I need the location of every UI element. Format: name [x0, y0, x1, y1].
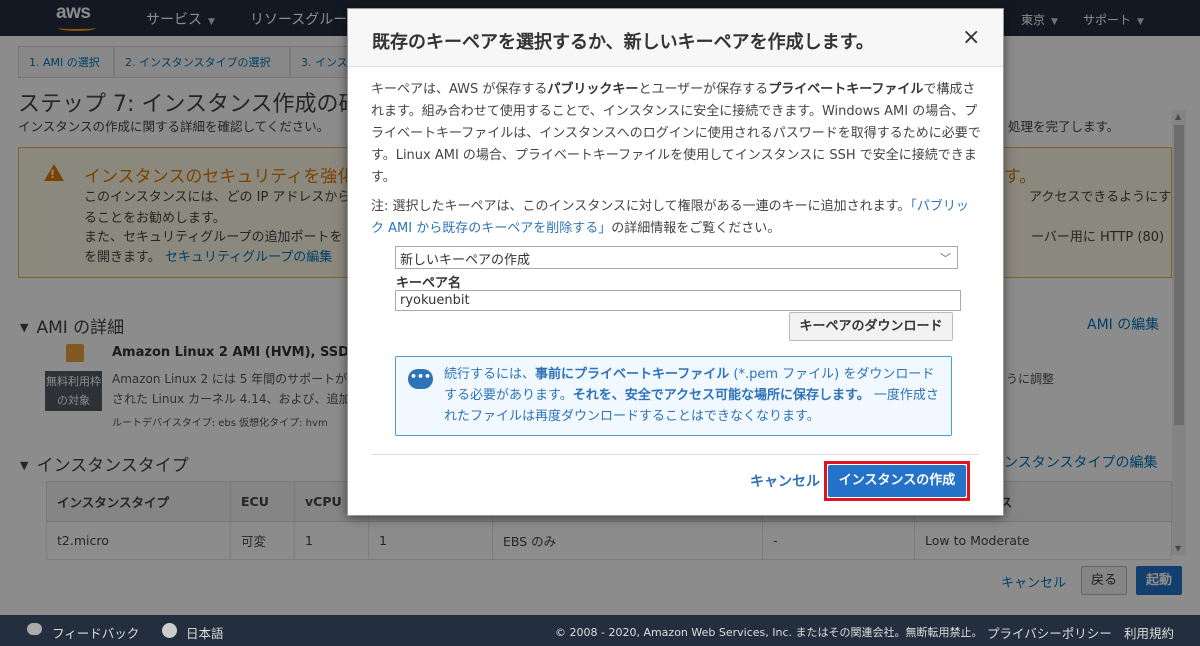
keypair-name-input[interactable]	[395, 290, 961, 311]
keypair-description-part: で構成されます。組み合わせて使用することで、インスタンスに安全に接続できます。W…	[371, 82, 981, 185]
feedback-bubble-icon	[27, 623, 42, 635]
download-info-box: ••• 続行するには、事前にプライベートキーファイル (*.pem ファイル) …	[395, 356, 952, 436]
keypair-option-value: 新しいキーペアの作成	[400, 253, 531, 268]
footer: フィードバック 日本語 © 2008 - 2020, Amazon Web Se…	[0, 615, 1200, 646]
info-text-bold: それを、安全でアクセス可能な場所に保存します。	[572, 388, 870, 403]
keypair-description-part: キーペアは、AWS が保存する	[371, 82, 548, 97]
copyright-text: © 2008 - 2020, Amazon Web Services, Inc.…	[555, 626, 983, 639]
info-text-bold: 事前にプライベートキーファイル	[535, 367, 730, 382]
keypair-description: キーペアは、AWS が保存するパブリックキーとユーザーが保存するプライベートキー…	[371, 79, 981, 189]
keypair-option-select[interactable]: 新しいキーペアの作成 ﹀	[395, 246, 958, 269]
info-text-part: 続行するには、	[444, 367, 536, 382]
modal-divider	[371, 454, 979, 455]
keypair-description-bold: プライベートキーファイル	[768, 82, 924, 97]
chat-bubble-icon: •••	[408, 369, 433, 389]
language-selector[interactable]: 日本語	[186, 623, 224, 642]
modal-cancel-button[interactable]: キャンセル	[750, 471, 820, 491]
create-instance-button[interactable]: インスタンスの作成	[828, 465, 966, 497]
keypair-description-part: とユーザーが保存する	[638, 82, 769, 97]
terms-link[interactable]: 利用規約	[1124, 623, 1174, 642]
keypair-note: 注: 選択したキーペアは、このインスタンスに対して権限がある一連のキーに追加され…	[371, 196, 981, 240]
keypair-name-label: キーペア名	[396, 276, 462, 291]
modal-title: 既存のキーペアを選択するか、新しいキーペアを作成します。	[372, 32, 874, 53]
modal-header: 既存のキーペアを選択するか、新しいキーペアを作成します。 ×	[348, 9, 1003, 67]
privacy-link[interactable]: プライバシーポリシー	[987, 623, 1112, 642]
keypair-modal: 既存のキーペアを選択するか、新しいキーペアを作成します。 × キーペアは、AWS…	[347, 8, 1004, 516]
download-info-text: 続行するには、事前にプライベートキーファイル (*.pem ファイル) をダウン…	[444, 364, 944, 427]
close-icon[interactable]: ×	[962, 25, 980, 50]
globe-icon	[162, 623, 177, 638]
keypair-note-text-tail: の詳細情報をご覧ください。	[611, 221, 781, 236]
download-keypair-button[interactable]: キーペアのダウンロード	[789, 312, 953, 341]
keypair-description-bold: パブリックキー	[547, 82, 639, 97]
keypair-note-text: 注: 選択したキーペアは、このインスタンスに対して権限がある一連のキーに追加され…	[371, 199, 911, 214]
chevron-down-icon: ﹀	[940, 252, 951, 265]
feedback-link[interactable]: フィードバック	[52, 623, 139, 642]
